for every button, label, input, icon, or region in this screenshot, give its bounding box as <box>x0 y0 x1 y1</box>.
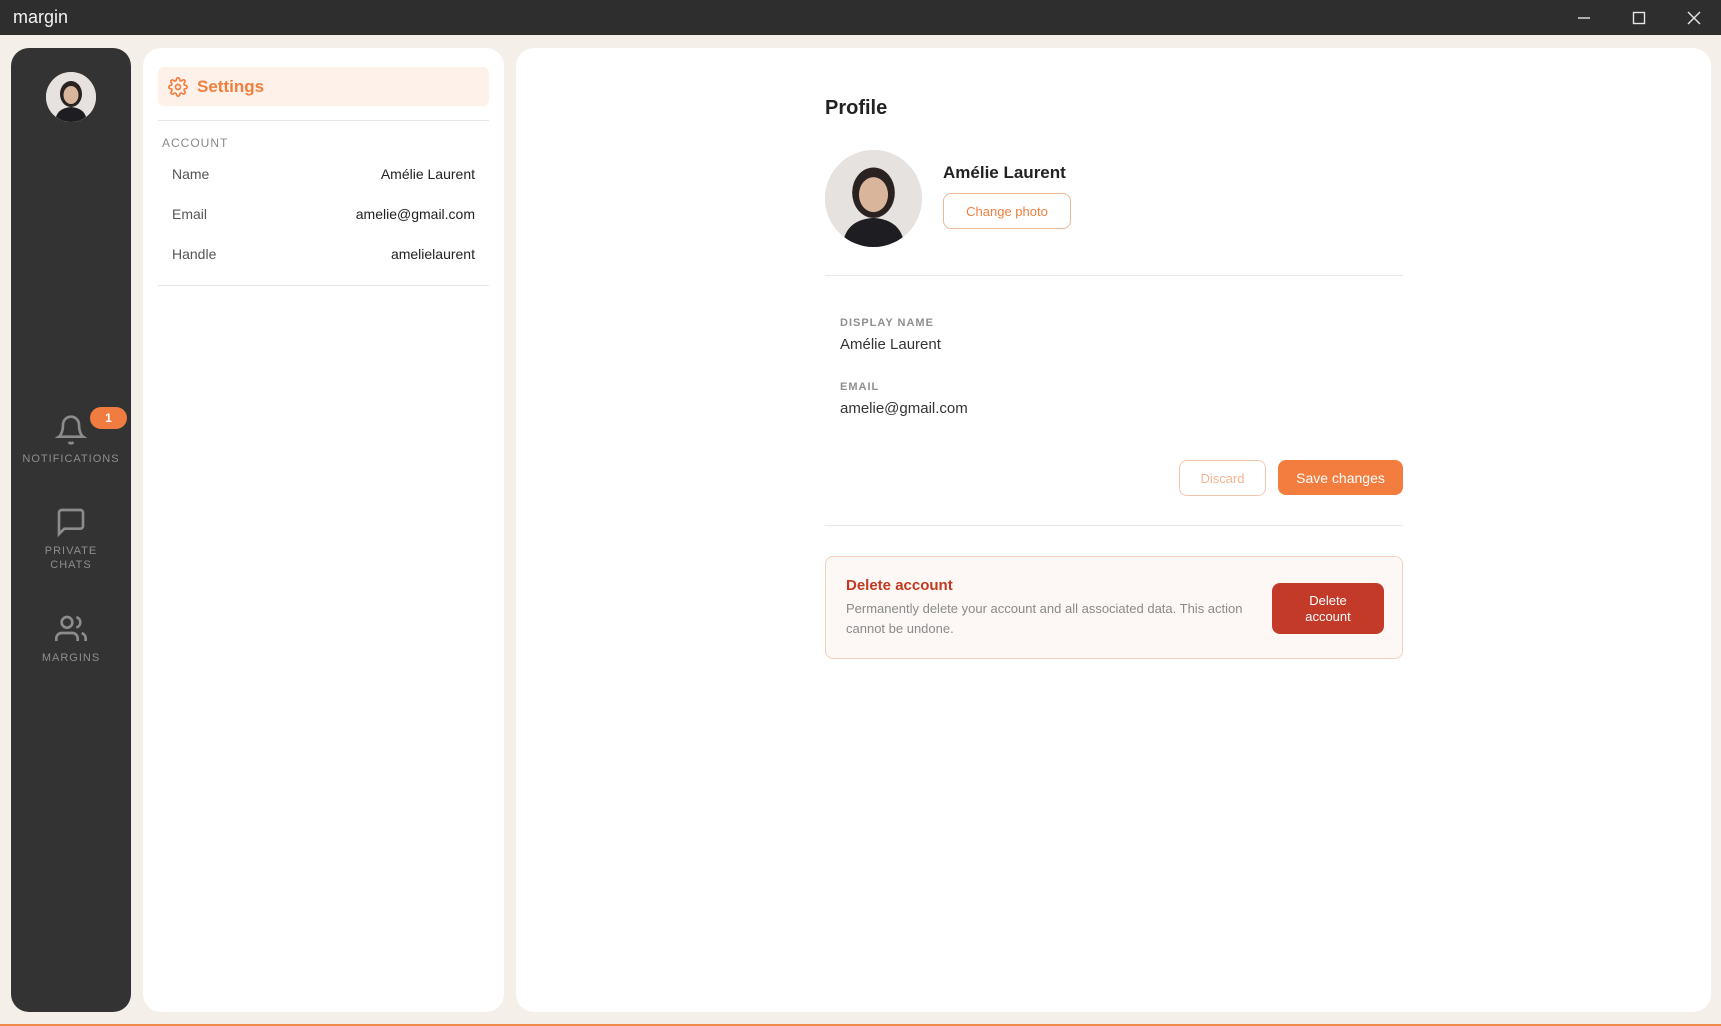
page-title: Profile <box>825 97 888 119</box>
user-avatar[interactable] <box>46 72 96 122</box>
users-icon <box>55 615 87 641</box>
divider <box>158 120 489 121</box>
change-photo-button[interactable]: Change photo <box>943 193 1071 229</box>
nav-notifications-label: NOTIFICATIONS <box>22 453 120 465</box>
delete-account-button[interactable]: Delete account <box>1272 583 1384 634</box>
title-bar: margin <box>0 0 1721 35</box>
minimize-button[interactable] <box>1556 0 1611 35</box>
nav-notifications[interactable]: 1 NOTIFICATIONS <box>11 407 131 466</box>
account-value: amelielaurent <box>390 246 475 262</box>
profile-name: Amélie Laurent <box>943 163 1066 182</box>
divider <box>825 525 1403 526</box>
avatar-portrait-icon <box>46 72 96 122</box>
gear-icon <box>168 76 188 97</box>
nav-rail: 1 NOTIFICATIONS PRIVATE CHATS MARGINS <box>11 48 131 1012</box>
divider <box>158 285 489 286</box>
app-title: margin <box>13 7 69 27</box>
maximize-icon <box>1632 11 1645 24</box>
delete-account-description: Permanently delete your account and all … <box>846 601 1243 636</box>
chat-bubble-icon <box>57 508 85 538</box>
account-section-label: ACCOUNT <box>162 136 229 150</box>
delete-account-title: Delete account <box>846 577 953 594</box>
account-value: amelie@gmail.com <box>355 206 475 222</box>
close-button[interactable] <box>1666 0 1721 35</box>
divider <box>825 275 1403 276</box>
profile-avatar <box>825 150 922 247</box>
nav-private-chats-label: PRIVATE CHATS <box>44 545 98 571</box>
settings-panel: Settings ACCOUNT Name Amélie Laurent Ema… <box>143 48 504 1012</box>
account-key: Email <box>172 206 208 222</box>
display-name-label: DISPLAY NAME <box>840 317 934 329</box>
window-controls <box>1556 0 1721 35</box>
nav-private-chats[interactable]: PRIVATE CHATS <box>11 506 131 572</box>
display-name-field[interactable]: Amélie Laurent <box>840 336 941 353</box>
settings-title: Settings <box>197 76 265 96</box>
account-row-handle[interactable]: Handle amelielaurent <box>172 246 475 262</box>
notification-badge: 1 <box>90 407 127 429</box>
nav-margins-label: MARGINS <box>41 652 101 664</box>
settings-header[interactable]: Settings <box>158 67 489 106</box>
main-panel <box>516 48 1711 1012</box>
app-frame: 1 NOTIFICATIONS PRIVATE CHATS MARGINS Se… <box>0 35 1721 1026</box>
discard-button[interactable]: Discard <box>1179 460 1266 496</box>
maximize-button[interactable] <box>1611 0 1666 35</box>
email-label: EMAIL <box>840 381 880 393</box>
email-field[interactable]: amelie@gmail.com <box>840 400 968 417</box>
nav-margins[interactable]: MARGINS <box>11 613 131 665</box>
save-changes-button[interactable]: Save changes <box>1278 460 1403 495</box>
delete-account-card: Delete account Permanently delete your a… <box>825 556 1403 659</box>
close-icon <box>1687 11 1700 24</box>
account-key: Name <box>172 166 210 182</box>
account-key: Handle <box>172 246 217 262</box>
account-value: Amélie Laurent <box>380 166 475 182</box>
bell-icon <box>55 415 87 445</box>
minimize-icon <box>1577 16 1590 19</box>
account-row-email[interactable]: Email amelie@gmail.com <box>172 206 475 222</box>
account-row-name[interactable]: Name Amélie Laurent <box>172 166 475 182</box>
avatar-portrait-icon <box>825 150 922 247</box>
